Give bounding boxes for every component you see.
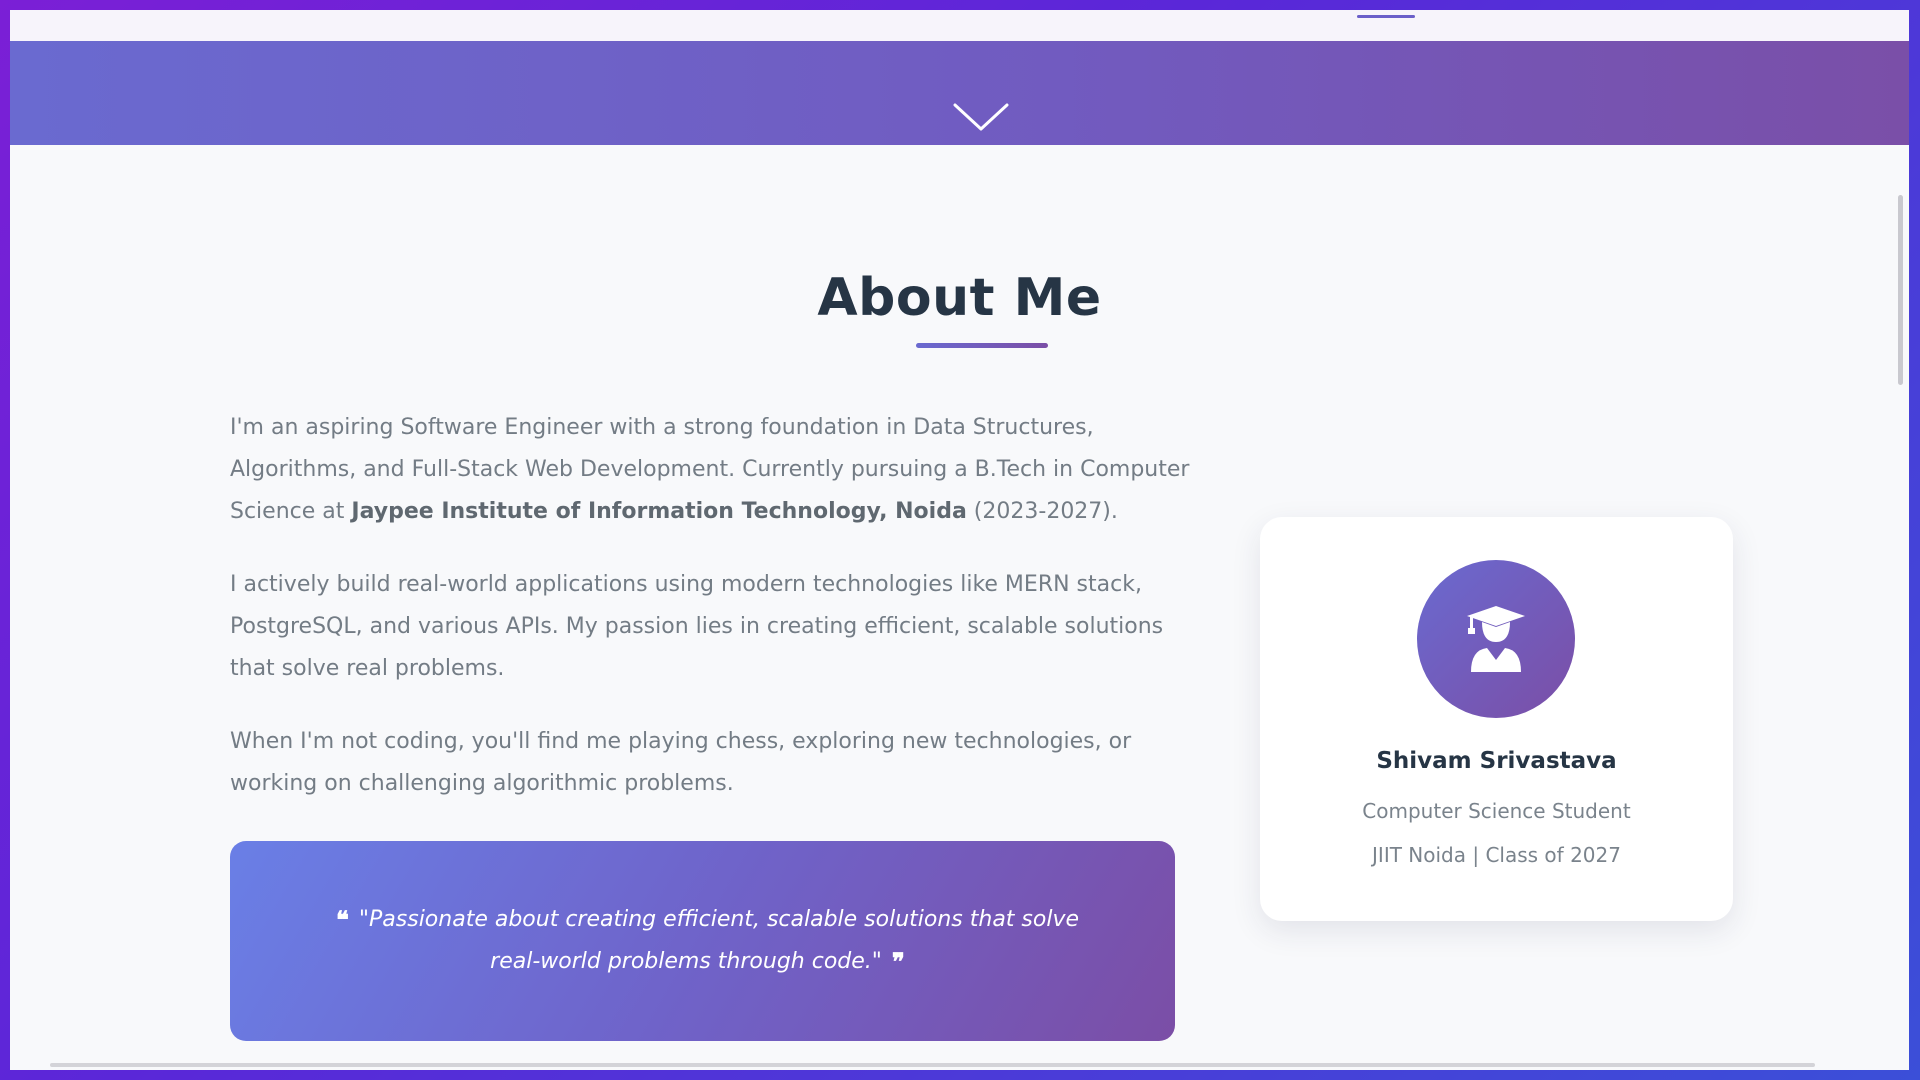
profile-card: Shivam Srivastava Computer Science Stude… (1260, 517, 1733, 921)
quote-open-icon: ❝ (335, 905, 349, 934)
chevron-down-icon[interactable] (951, 101, 1011, 135)
about-text: I'm an aspiring Software Engineer with a… (230, 407, 1190, 836)
quote-box: ❝ "Passionate about creating efficient, s… (230, 841, 1175, 1041)
title-underline (916, 343, 1048, 348)
quote-close-icon: ❞ (891, 947, 905, 976)
about-paragraph-3: When I'm not coding, you'll find me play… (230, 729, 1132, 796)
browser-viewport: About Me I'm an aspiring Software Engine… (10, 10, 1909, 1070)
quote-text: ❝ "Passionate about creating efficient, s… (300, 899, 1105, 983)
section-title: About Me (817, 268, 1102, 328)
horizontal-scrollbar[interactable] (50, 1063, 1815, 1067)
top-navbar (10, 10, 1909, 41)
quote-body: "Passionate about creating efficient, sc… (358, 907, 1080, 974)
hero-section-bottom (10, 41, 1909, 145)
avatar (1417, 560, 1575, 718)
about-paragraph-1-years: (2023-2027). (966, 499, 1118, 524)
about-paragraph-2: I actively build real-world applications… (230, 572, 1164, 681)
profile-role: Computer Science Student (1362, 799, 1631, 823)
vertical-scrollbar[interactable] (1898, 195, 1903, 385)
about-paragraph-1: I'm an aspiring Software Engineer with a… (230, 407, 1190, 533)
graduate-icon (1467, 606, 1525, 672)
institution-name: Jaypee Institute of Information Technolo… (351, 499, 967, 524)
active-nav-indicator (1357, 15, 1415, 18)
profile-name: Shivam Srivastava (1376, 748, 1617, 774)
profile-school: JIIT Noida | Class of 2027 (1372, 843, 1621, 867)
